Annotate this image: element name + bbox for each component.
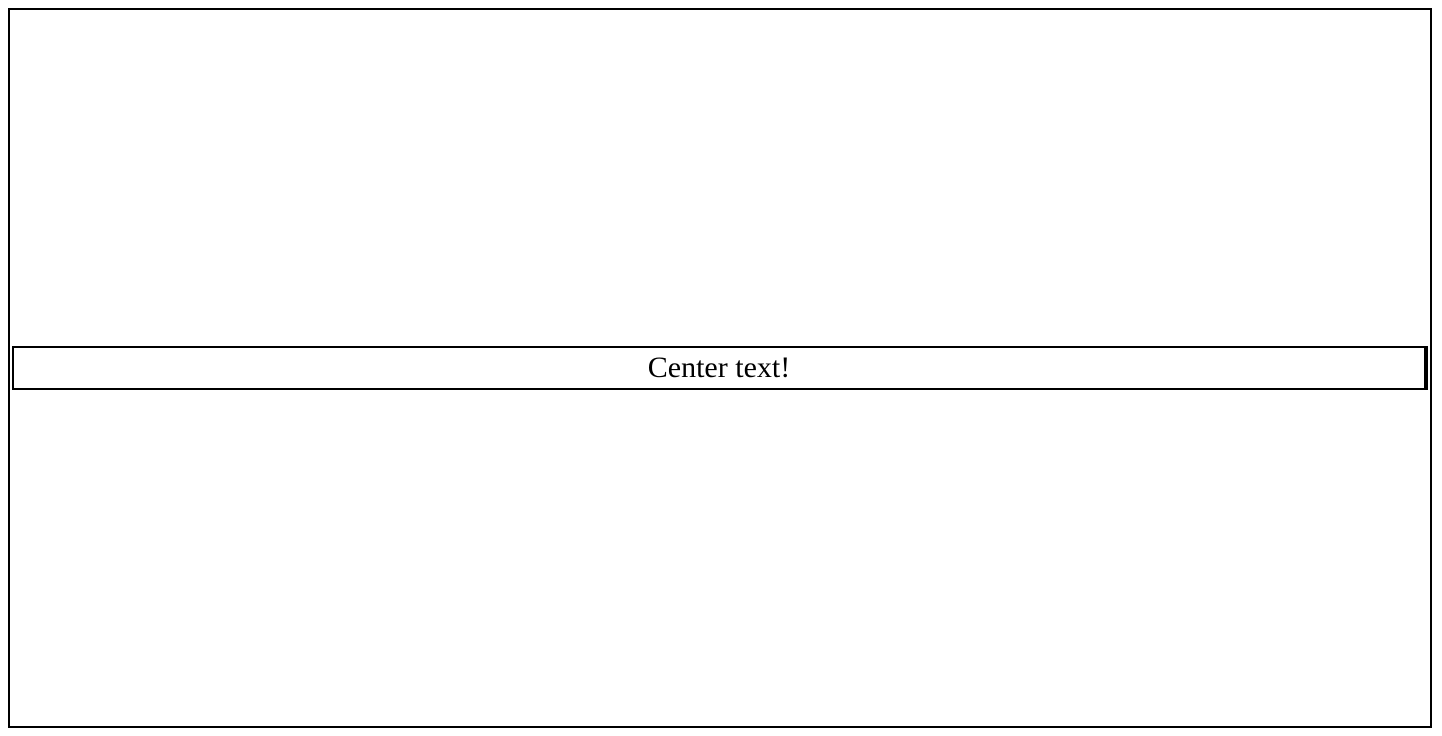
center-text-box: Center text! [12,346,1428,390]
center-text: Center text! [648,351,790,384]
outer-container: Center text! [8,8,1432,728]
